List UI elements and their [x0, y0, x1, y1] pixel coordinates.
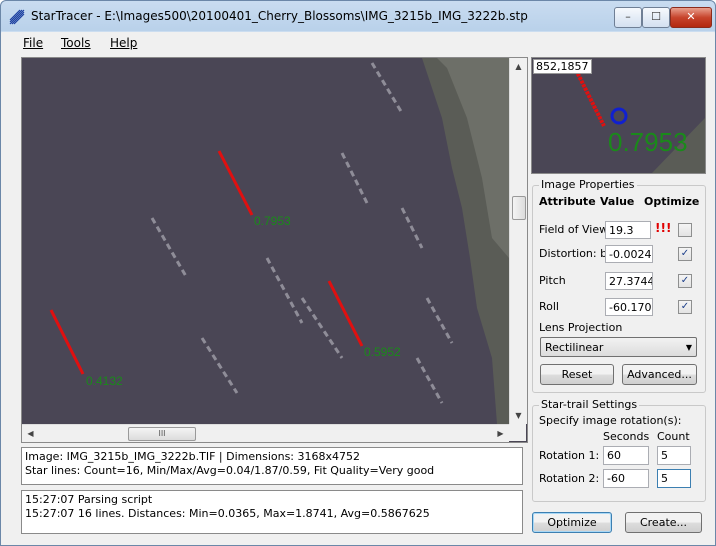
lens-projection-value: Rectilinear [545, 341, 604, 354]
minimize-button[interactable]: – [614, 7, 642, 28]
rotation-instruction: Specify image rotation(s): [539, 414, 682, 427]
close-icon: ✕ [686, 10, 696, 23]
detected-star-lines [49, 150, 364, 375]
star-label-2: 0.5952 [364, 345, 401, 359]
log-panel[interactable]: 15:27:07 Parsing script 15:27:07 16 line… [21, 490, 523, 534]
zoom-thumbnail: 0.7953 852,1857 [531, 57, 706, 174]
chevron-down-icon: ▼ [685, 343, 692, 352]
pitch-input[interactable]: 27.37444 [605, 272, 653, 290]
star-image-canvas[interactable]: 0.7953 0.5952 0.4132 [22, 58, 509, 424]
reset-button[interactable]: Reset [540, 364, 614, 385]
distortion-input[interactable]: -0.00249 [605, 245, 653, 263]
advanced-button[interactable]: Advanced... [622, 364, 697, 385]
star-trails-faint [150, 62, 454, 404]
log-line: 15:27:07 Parsing script [25, 493, 153, 506]
menu-help[interactable]: Help [110, 36, 137, 50]
star-label-1: 0.7953 [254, 214, 291, 228]
distortion-label: Distortion: b [539, 247, 608, 260]
zoom-canvas: 0.7953 [574, 69, 705, 173]
pitch-optimize-checkbox[interactable]: ✓ [678, 274, 692, 288]
fov-warning-icon: !!! [655, 221, 672, 235]
pitch-label: Pitch [539, 274, 566, 287]
scroll-right-icon[interactable]: ▶ [492, 425, 509, 442]
optimize-button[interactable]: Optimize [532, 512, 612, 533]
seconds-header: Seconds [603, 430, 650, 443]
menu-file[interactable]: File [23, 36, 43, 50]
star-line-2 [327, 280, 364, 347]
vertical-scroll-thumb[interactable] [512, 196, 526, 220]
scroll-up-icon[interactable]: ▲ [510, 58, 527, 75]
rotation-1-seconds-input[interactable]: 60 [603, 446, 649, 465]
fov-optimize-checkbox[interactable] [678, 223, 692, 237]
rotation-1-count-input[interactable]: 5 [657, 446, 691, 465]
scroll-grip-icon: III [158, 429, 166, 438]
roll-input[interactable]: -60.1708 [605, 298, 653, 316]
rotation-2-label: Rotation 2: [539, 472, 600, 485]
optimize-header: Optimize [644, 195, 700, 208]
fov-input[interactable]: 19.3 [605, 221, 651, 239]
title-bar[interactable]: StarTracer - E:\Images500\20100401_Cherr… [1, 1, 715, 31]
rotation-2-seconds-input[interactable]: -60 [603, 469, 649, 488]
target-circle-icon [610, 107, 628, 125]
log-line: 15:27:07 16 lines. Distances: Min=0.0365… [25, 507, 430, 520]
menu-bar: File Tools Help [2, 32, 714, 54]
roll-label: Roll [539, 300, 559, 313]
star-label-3: 0.4132 [86, 374, 123, 388]
maximize-button[interactable]: ☐ [642, 7, 670, 28]
close-button[interactable]: ✕ [670, 7, 712, 28]
roll-optimize-checkbox[interactable]: ✓ [678, 300, 692, 314]
zoom-star-line [574, 69, 606, 127]
rotation-1-label: Rotation 1: [539, 449, 600, 462]
lens-projection-select[interactable]: Rectilinear ▼ [540, 337, 697, 357]
value-header: Value [600, 195, 635, 208]
scroll-left-icon[interactable]: ◀ [22, 425, 39, 442]
create-button[interactable]: Create... [625, 512, 702, 533]
scrollbar-corner [509, 424, 526, 441]
maximize-icon: ☐ [651, 10, 661, 23]
startracer-app-icon [9, 9, 25, 25]
vertical-scrollbar[interactable]: ▲ ▼ [509, 58, 527, 424]
app-window: StarTracer - E:\Images500\20100401_Cherr… [0, 0, 716, 546]
menu-tools[interactable]: Tools [61, 36, 91, 50]
image-info-panel: Image: IMG_3215b_IMG_3222b.TIF | Dimensi… [21, 447, 523, 485]
horizontal-scroll-thumb[interactable]: III [128, 427, 196, 441]
star-line-1 [217, 150, 254, 216]
window-title: StarTracer - E:\Images500\20100401_Cherr… [31, 9, 528, 23]
cursor-coordinates: 852,1857 [533, 59, 592, 74]
fov-label: Field of View [539, 223, 609, 236]
image-viewer[interactable]: 0.7953 0.5952 0.4132 ▲ ▼ ◀ III ▶ [21, 57, 528, 443]
lens-projection-label: Lens Projection [539, 321, 623, 334]
attribute-header: Attribute [539, 195, 596, 208]
star-trail-title: Star-trail Settings [539, 398, 640, 411]
distortion-optimize-checkbox[interactable]: ✓ [678, 247, 692, 261]
rotation-2-count-input[interactable]: 5 [657, 469, 691, 488]
image-properties-title: Image Properties [539, 178, 637, 191]
horizontal-scrollbar[interactable]: ◀ III ▶ [22, 424, 509, 442]
scroll-down-icon[interactable]: ▼ [510, 407, 527, 424]
minimize-icon: – [625, 10, 631, 23]
star-lines-info-line: Star lines: Count=16, Min/Max/Avg=0.04/1… [25, 464, 435, 477]
zoom-value-label: 0.7953 [608, 127, 688, 157]
star-line-3 [49, 309, 85, 375]
image-info-line: Image: IMG_3215b_IMG_3222b.TIF | Dimensi… [25, 450, 361, 463]
count-header: Count [657, 430, 690, 443]
